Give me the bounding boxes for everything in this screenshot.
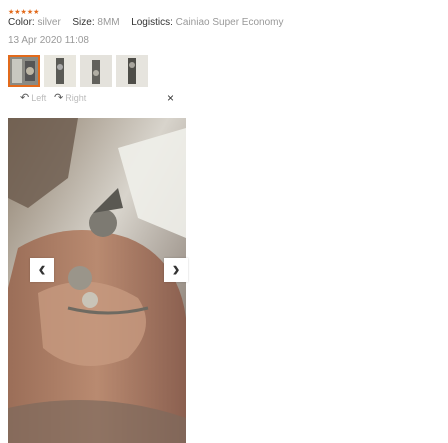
logistics-label: Logistics: (131, 17, 173, 28)
next-image-button[interactable]: › (164, 258, 188, 282)
color-label: Color: (8, 17, 35, 28)
size-label: Size: (72, 17, 95, 28)
review-card: ★★★★★ Color: silver Size: 8MM Logistics:… (0, 0, 448, 443)
review-thumbnail[interactable] (8, 55, 40, 87)
review-thumbnails (8, 55, 148, 87)
rotate-left-button[interactable]: ↶ Left (20, 92, 46, 104)
rotate-left-label: Left (31, 93, 47, 103)
size-value: 8MM (97, 17, 120, 28)
rotate-right-icon: ↷ (54, 92, 64, 104)
review-thumbnail[interactable] (116, 55, 148, 87)
review-attributes: Color: silver Size: 8MM Logistics: Caini… (8, 17, 284, 28)
chevron-left-icon: ‹ (38, 256, 46, 281)
viewer-toolbar: ↶ Left ↷ Right × (8, 91, 186, 106)
review-date: 13 Apr 2020 11:08 (8, 35, 89, 46)
rotate-right-button[interactable]: ↷ Right (54, 92, 86, 104)
rotate-right-label: Right (65, 93, 87, 103)
color-value: silver (37, 17, 61, 28)
logistics-value: Cainiao Super Economy (175, 17, 284, 28)
review-thumbnail[interactable] (80, 55, 112, 87)
rating-stars: ★★★★★ (8, 9, 40, 16)
review-thumbnail[interactable] (44, 55, 76, 87)
close-icon[interactable]: × (167, 91, 174, 105)
previous-image-button[interactable]: ‹ (30, 258, 54, 282)
chevron-right-icon: › (172, 256, 180, 281)
rotate-left-icon: ↶ (20, 92, 30, 104)
